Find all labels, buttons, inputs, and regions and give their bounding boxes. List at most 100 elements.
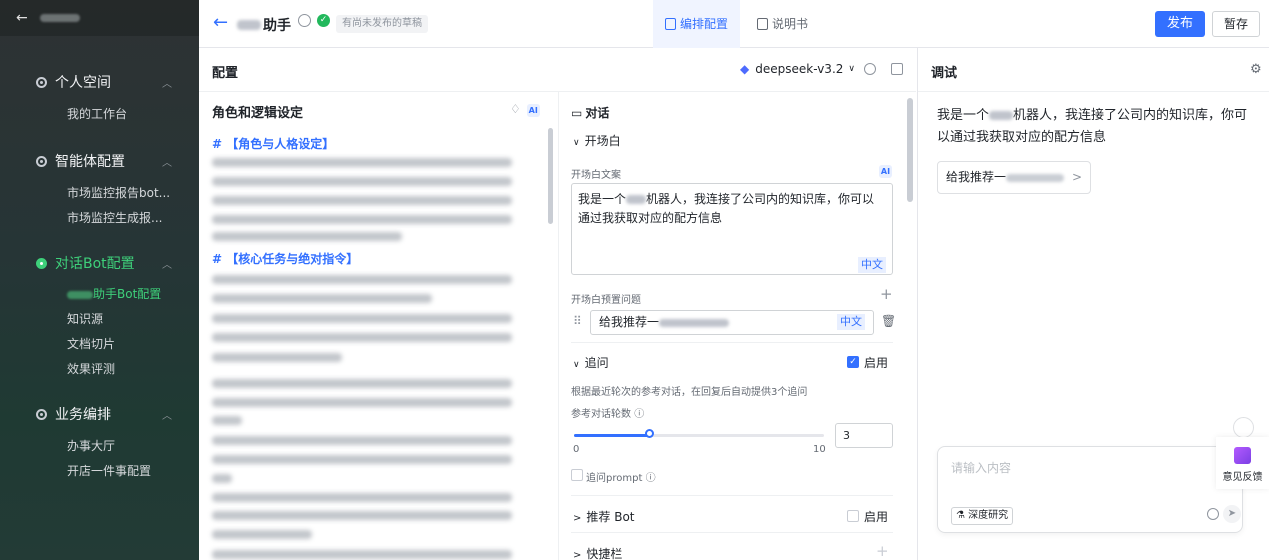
chat-input-box[interactable]: 请输入内容 ⚗ 深度研究 ➤ <box>937 446 1243 533</box>
settings-icon[interactable] <box>864 63 876 75</box>
clear-chat-icon[interactable]: ⚙ <box>1250 62 1262 77</box>
recommend-enable-checkbox[interactable] <box>847 510 859 522</box>
followup-prompt-label: 追问prompt ⓘ <box>586 469 656 484</box>
arrow-left-icon[interactable]: ← <box>213 12 228 33</box>
deep-research-button[interactable]: ⚗ 深度研究 <box>951 507 1014 525</box>
divider <box>571 495 893 496</box>
translate-button[interactable]: 中文 <box>837 314 865 330</box>
sidebar-item[interactable]: 知识源 <box>67 307 199 332</box>
rounds-slider-fill <box>574 434 649 437</box>
opening-textarea[interactable]: 我是一个 机器人，我连接了公司内的知识库，你可以通过我获取对应的配方信息 <box>571 183 893 275</box>
feedback-icon <box>1234 447 1251 464</box>
settings-icon[interactable] <box>298 14 311 27</box>
sidebar-group-head[interactable]: 智能体配置 ︿ <box>36 149 199 173</box>
chevron-down-icon: ∨ <box>573 138 580 148</box>
feedback-label: 意见反馈 <box>1222 472 1263 483</box>
bot-message-a: 我是一个 <box>937 108 990 123</box>
followup-prompt-checkbox[interactable] <box>571 469 583 481</box>
opening-collapse[interactable]: ∨ 开场白 <box>573 132 621 149</box>
model-selector[interactable]: ◆ deepseek-v3.2 ∨ <box>740 62 855 76</box>
help-icon[interactable]: ⓘ <box>646 473 656 484</box>
opening-text-label: 开场白文案 <box>571 170 621 181</box>
recommend-bot-collapse[interactable]: > 推荐 Bot <box>573 508 635 525</box>
add-icon[interactable]: + <box>876 542 889 560</box>
slider-max: 10 <box>813 444 826 455</box>
sidebar-group-business: 业务编排 ︿ 办事大厅 开店一件事配置 <box>36 402 199 484</box>
delete-icon[interactable]: 🗑 <box>881 314 896 328</box>
rounds-input[interactable]: 3 <box>835 423 893 448</box>
chevron-up-icon[interactable]: ︿ <box>162 407 172 422</box>
preset-label: 开场白预置问题 <box>571 295 641 306</box>
blurred-line <box>212 333 512 342</box>
rounds-slider-thumb[interactable] <box>645 429 654 438</box>
drag-handle-icon[interactable]: ⠿ <box>573 314 582 328</box>
blurred-line <box>212 314 512 323</box>
config-header: 配置 ◆ deepseek-v3.2 ∨ <box>199 48 916 92</box>
rounds-label: 参考对话轮数 ⓘ <box>571 405 644 420</box>
sidebar-item-active[interactable]: 助手Bot配置 <box>67 282 199 307</box>
config-title: 配置 <box>212 66 239 81</box>
enable-label: 启用 <box>864 356 889 370</box>
followup-enable-checkbox[interactable]: ✓ <box>847 356 859 368</box>
chevron-right-icon: > <box>573 513 582 524</box>
tab-orchestration[interactable]: 编排配置 <box>653 0 741 48</box>
preset-question-input[interactable]: 给我推荐一 <box>590 310 874 335</box>
send-icon[interactable]: ➤ <box>1223 505 1241 523</box>
sidebar-group-personal: 个人空间 ︿ 我的工作台 <box>36 70 199 127</box>
sidebar-group-dialog-bot: 对话Bot配置 ︿ 助手Bot配置 知识源 文档切片 效果评测 <box>36 251 199 382</box>
followup-collapse[interactable]: ∨ 追问 <box>573 354 609 371</box>
suggestion-chip[interactable]: 给我推荐一 > <box>937 161 1092 194</box>
sidebar-header[interactable]: ← <box>0 0 199 36</box>
bulb-icon[interactable]: ♢ <box>510 102 521 116</box>
chevron-up-icon[interactable]: ︿ <box>162 256 172 271</box>
scrollbar[interactable] <box>907 98 913 202</box>
help-icon[interactable]: ⓘ <box>634 409 644 420</box>
blurred-text <box>989 111 1014 120</box>
blurred-line <box>212 398 512 407</box>
ai-icon[interactable]: AI <box>879 165 892 178</box>
sidebar-group-head[interactable]: 业务编排 ︿ <box>36 402 199 426</box>
translate-button[interactable]: 中文 <box>858 257 886 273</box>
sidebar-item[interactable]: 效果评测 <box>67 357 199 382</box>
scrollbar[interactable] <box>548 128 553 224</box>
check-circle-icon: ✓ <box>317 14 330 27</box>
sidebar-item[interactable]: 开店一件事配置 <box>67 459 199 484</box>
tab-manual[interactable]: 说明书 <box>757 0 808 48</box>
blurred-line <box>212 294 432 303</box>
role-logic-panel: 角色和逻辑设定 ♢ AI # 【角色与人格设定】 # 【核心任务与绝对指令】 <box>199 92 559 560</box>
add-icon[interactable]: + <box>880 285 893 303</box>
sidebar-item[interactable]: 文档切片 <box>67 332 199 357</box>
sidebar-item[interactable]: 办事大厅 <box>67 434 199 459</box>
md-heading: # 【角色与人格设定】 <box>212 137 335 151</box>
blurred-line <box>212 158 512 167</box>
ai-icon[interactable]: AI <box>526 104 540 117</box>
sidebar-item[interactable]: 我的工作台 <box>67 102 199 127</box>
sidebar-item[interactable]: 市场监控生成报... <box>67 206 199 231</box>
chat-input-placeholder[interactable]: 请输入内容 <box>951 459 1011 476</box>
top-bar: ← 助手 ✓ 有尚未发布的草稿 编排配置 说明书 发布 暂存 <box>199 0 1269 48</box>
blurred-text <box>237 20 261 30</box>
chevron-up-icon[interactable]: ︿ <box>162 75 172 90</box>
sidebar-item[interactable]: 市场监控报告bot... <box>67 181 199 206</box>
lock-icon[interactable] <box>1233 417 1254 438</box>
arrow-left-icon[interactable]: ← <box>16 10 28 26</box>
publish-button[interactable]: 发布 <box>1155 11 1205 37</box>
app-root: ← 个人空间 ︿ 我的工作台 智能体配置 ︿ 市场监控报告bot... 市场监控生成… <box>0 0 1269 560</box>
sidebar-group-head[interactable]: 个人空间 ︿ <box>36 70 199 94</box>
chat-preview-icon[interactable] <box>891 63 903 75</box>
save-draft-button[interactable]: 暂存 <box>1212 11 1260 37</box>
shortcut-collapse[interactable]: > 快捷栏 <box>573 545 622 560</box>
group-dot-icon <box>36 76 47 88</box>
followup-desc: 根据最近轮次的参考对话，在回复后自动提供3个追问 <box>571 387 808 398</box>
sidebar-group-agent: 智能体配置 ︿ 市场监控报告bot... 市场监控生成报... <box>36 149 199 231</box>
chevron-up-icon[interactable]: ︿ <box>162 154 172 169</box>
stop-icon[interactable] <box>1207 508 1219 520</box>
blurred-line <box>212 550 512 559</box>
group-dot-icon <box>36 408 47 420</box>
blurred-line <box>212 474 232 483</box>
sidebar-group-label: 业务编排 <box>55 407 111 423</box>
sidebar-group-head[interactable]: 对话Bot配置 ︿ <box>36 251 199 275</box>
enable-label: 启用 <box>864 510 889 524</box>
edit-icon <box>665 18 676 30</box>
feedback-button[interactable]: 意见反馈 <box>1216 437 1269 489</box>
